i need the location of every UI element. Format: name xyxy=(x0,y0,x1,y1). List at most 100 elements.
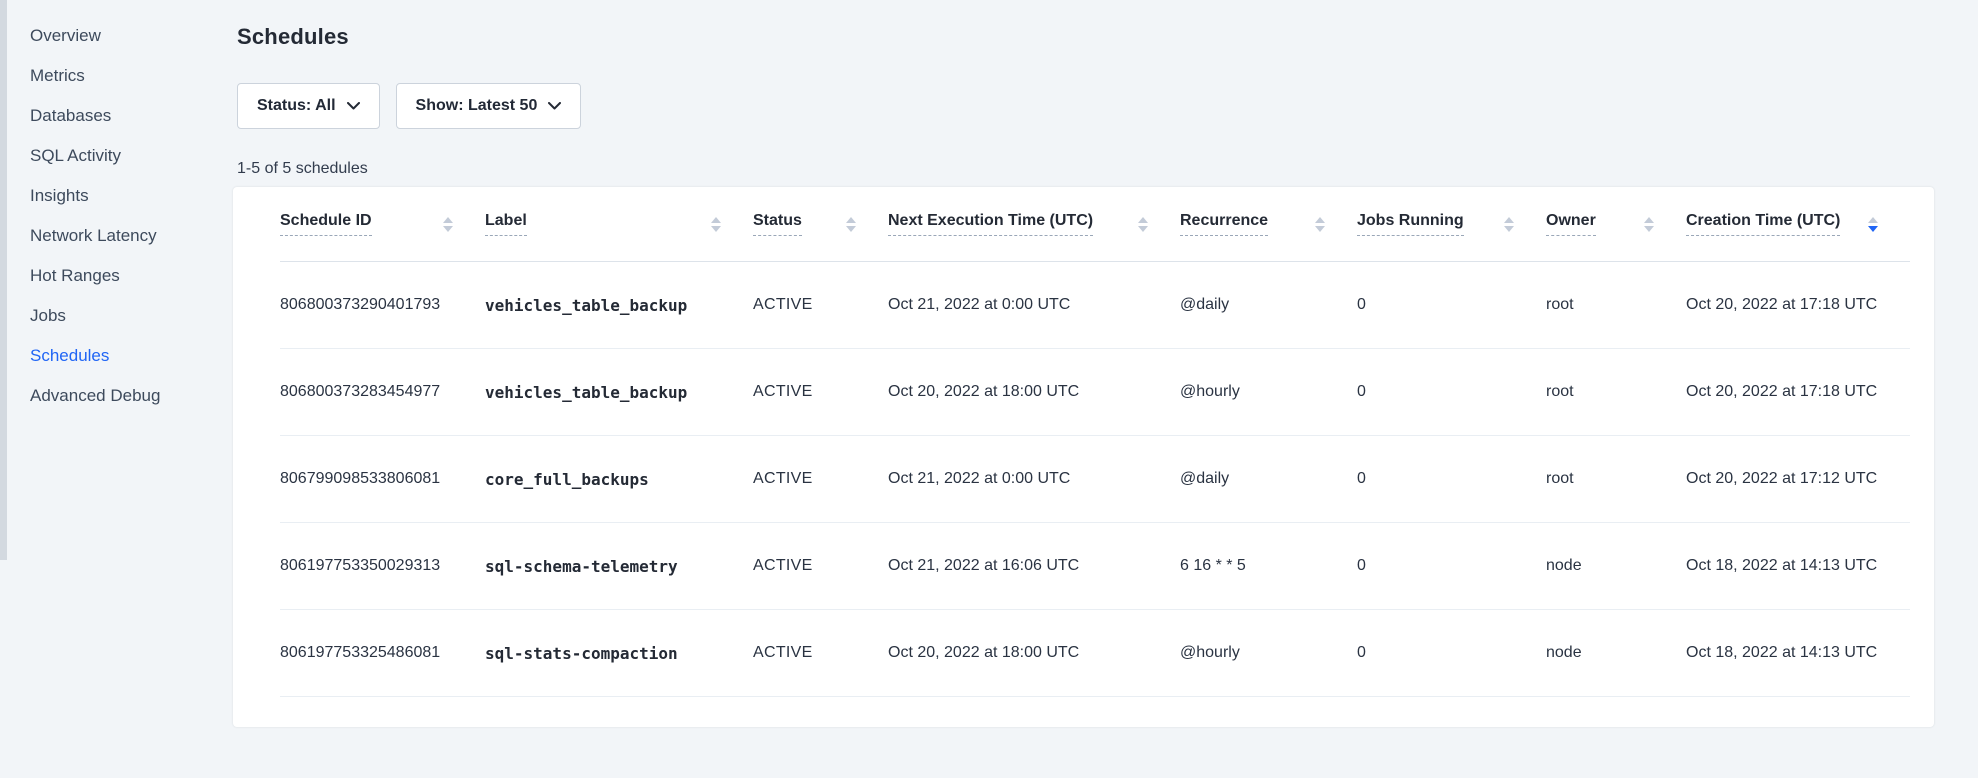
cell-owner: root xyxy=(1546,296,1686,314)
status-filter-dropdown[interactable]: Status: All xyxy=(237,83,380,129)
column-header-next-execution-time-utc-[interactable]: Next Execution Time (UTC) xyxy=(888,212,1180,236)
sidebar-item-metrics[interactable]: Metrics xyxy=(30,56,210,96)
page-title: Schedules xyxy=(237,24,349,50)
sidebar-item-insights[interactable]: Insights xyxy=(30,176,210,216)
cell-next-execution: Oct 21, 2022 at 16:06 UTC xyxy=(888,557,1180,575)
sidebar-item-overview[interactable]: Overview xyxy=(30,16,210,56)
column-header-label: Label xyxy=(485,212,527,236)
cell-recurrence: @daily xyxy=(1180,470,1357,488)
column-header-label: Creation Time (UTC) xyxy=(1686,212,1840,236)
column-header-owner[interactable]: Owner xyxy=(1546,212,1686,236)
table-row: 806197753350029313sql-schema-telemetryAC… xyxy=(280,523,1910,610)
cell-jobs-running: 0 xyxy=(1357,644,1546,662)
sidebar-item-label: SQL Activity xyxy=(30,146,121,166)
schedules-table-card: Schedule ID Label Status Next Execution Tim… xyxy=(233,187,1934,727)
cell-label: vehicles_table_backup xyxy=(485,383,753,402)
cell-status: ACTIVE xyxy=(753,470,888,488)
sidebar-item-label: Metrics xyxy=(30,66,85,86)
cell-owner: node xyxy=(1546,557,1686,575)
cell-status: ACTIVE xyxy=(753,383,888,401)
cell-label: core_full_backups xyxy=(485,470,753,489)
cell-id: 806197753350029313 xyxy=(280,557,485,575)
chevron-down-icon xyxy=(347,102,360,110)
cell-jobs-running: 0 xyxy=(1357,383,1546,401)
cell-next-execution: Oct 20, 2022 at 18:00 UTC xyxy=(888,383,1180,401)
sidebar-item-hot-ranges[interactable]: Hot Ranges xyxy=(30,256,210,296)
filter-bar: Status: All Show: Latest 50 xyxy=(237,83,581,129)
column-header-label[interactable]: Label xyxy=(485,212,753,236)
results-count: 1-5 of 5 schedules xyxy=(237,160,368,178)
status-filter-label: Status: All xyxy=(257,97,336,115)
cell-label: sql-stats-compaction xyxy=(485,644,753,663)
cell-jobs-running: 0 xyxy=(1357,557,1546,575)
sort-arrows-icon xyxy=(1138,217,1148,232)
cell-creation-time: Oct 20, 2022 at 17:18 UTC xyxy=(1686,296,1910,314)
cell-id: 806799098533806081 xyxy=(280,470,485,488)
sidebar-item-label: Databases xyxy=(30,106,111,126)
cell-label: sql-schema-telemetry xyxy=(485,557,753,576)
show-filter-label: Show: Latest 50 xyxy=(416,97,538,115)
sort-arrows-icon xyxy=(1868,217,1878,232)
sidebar-item-label: Jobs xyxy=(30,306,66,326)
table-row: 806197753325486081sql-stats-compactionAC… xyxy=(280,610,1910,697)
cell-id: 806197753325486081 xyxy=(280,644,485,662)
column-header-creation-time-utc-[interactable]: Creation Time (UTC) xyxy=(1686,212,1910,236)
table-row: 806799098533806081core_full_backupsACTIV… xyxy=(280,436,1910,523)
column-header-label: Schedule ID xyxy=(280,212,372,236)
column-header-jobs-running[interactable]: Jobs Running xyxy=(1357,212,1546,236)
sidebar-item-sql-activity[interactable]: SQL Activity xyxy=(30,136,210,176)
cell-label: vehicles_table_backup xyxy=(485,296,753,315)
sidebar-item-label: Network Latency xyxy=(30,226,157,246)
cell-owner: node xyxy=(1546,644,1686,662)
column-header-recurrence[interactable]: Recurrence xyxy=(1180,212,1357,236)
cell-owner: root xyxy=(1546,383,1686,401)
sidebar-item-label: Advanced Debug xyxy=(30,386,160,406)
sidebar: Overview Metrics Databases SQL Activity Insi… xyxy=(30,16,210,416)
cell-creation-time: Oct 18, 2022 at 14:13 UTC xyxy=(1686,557,1910,575)
cell-creation-time: Oct 20, 2022 at 17:18 UTC xyxy=(1686,383,1910,401)
table-header-row: Schedule ID Label Status Next Execution Tim… xyxy=(280,187,1910,262)
sort-arrows-icon xyxy=(1315,217,1325,232)
show-filter-dropdown[interactable]: Show: Latest 50 xyxy=(396,83,582,129)
column-header-label: Owner xyxy=(1546,212,1596,236)
table-row: 806800373283454977vehicles_table_backupA… xyxy=(280,349,1910,436)
chevron-down-icon xyxy=(548,102,561,110)
column-header-label: Next Execution Time (UTC) xyxy=(888,212,1093,236)
sidebar-item-jobs[interactable]: Jobs xyxy=(30,296,210,336)
cell-next-execution: Oct 21, 2022 at 0:00 UTC xyxy=(888,296,1180,314)
sidebar-item-databases[interactable]: Databases xyxy=(30,96,210,136)
sidebar-item-schedules[interactable]: Schedules xyxy=(30,336,210,376)
cell-next-execution: Oct 21, 2022 at 0:00 UTC xyxy=(888,470,1180,488)
cell-id: 806800373290401793 xyxy=(280,296,485,314)
cell-recurrence: @hourly xyxy=(1180,644,1357,662)
left-scrollbar[interactable] xyxy=(0,0,7,560)
column-header-label: Status xyxy=(753,212,802,236)
cell-id: 806800373283454977 xyxy=(280,383,485,401)
cell-jobs-running: 0 xyxy=(1357,296,1546,314)
column-header-label: Jobs Running xyxy=(1357,212,1464,236)
cell-status: ACTIVE xyxy=(753,557,888,575)
table-row: 806800373290401793vehicles_table_backupA… xyxy=(280,262,1910,349)
cell-recurrence: 6 16 * * 5 xyxy=(1180,557,1357,575)
sort-arrows-icon xyxy=(711,217,721,232)
column-header-status[interactable]: Status xyxy=(753,212,888,236)
sidebar-item-label: Overview xyxy=(30,26,101,46)
sort-arrows-icon xyxy=(1504,217,1514,232)
cell-status: ACTIVE xyxy=(753,644,888,662)
sort-arrows-icon xyxy=(443,217,453,232)
sidebar-item-label: Schedules xyxy=(30,346,109,366)
cell-status: ACTIVE xyxy=(753,296,888,314)
sort-arrows-icon xyxy=(846,217,856,232)
column-header-label: Recurrence xyxy=(1180,212,1268,236)
sidebar-item-label: Hot Ranges xyxy=(30,266,120,286)
cell-creation-time: Oct 20, 2022 at 17:12 UTC xyxy=(1686,470,1910,488)
cell-recurrence: @daily xyxy=(1180,296,1357,314)
sidebar-item-advanced-debug[interactable]: Advanced Debug xyxy=(30,376,210,416)
sort-arrows-icon xyxy=(1644,217,1654,232)
column-header-schedule-id[interactable]: Schedule ID xyxy=(280,212,485,236)
cell-jobs-running: 0 xyxy=(1357,470,1546,488)
sidebar-item-network-latency[interactable]: Network Latency xyxy=(30,216,210,256)
table-body: 806800373290401793vehicles_table_backupA… xyxy=(280,262,1910,697)
sidebar-item-label: Insights xyxy=(30,186,89,206)
cell-creation-time: Oct 18, 2022 at 14:13 UTC xyxy=(1686,644,1910,662)
